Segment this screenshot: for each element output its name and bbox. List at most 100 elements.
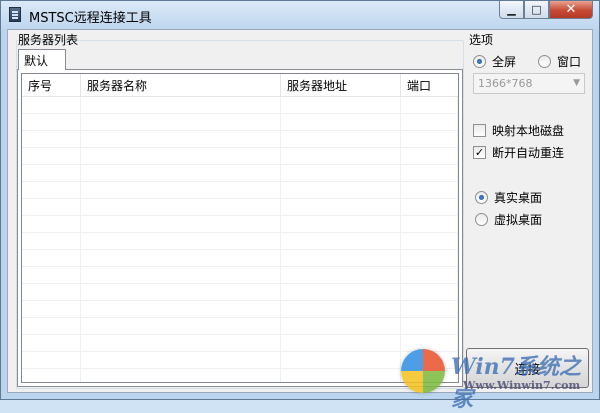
table-cell [81,301,281,317]
real-desktop-option[interactable]: 真实桌面 [475,189,542,206]
minimize-button[interactable]: ▁ [499,1,524,19]
table-row[interactable] [22,148,458,165]
tab-default[interactable]: 默认 [18,49,66,70]
table-cell [81,267,281,283]
table-cell [22,114,81,130]
table-cell [401,335,458,351]
table-cell [22,165,81,181]
table-cell [281,97,401,113]
table-cell [81,335,281,351]
table-cell [81,131,281,147]
table-cell [401,301,458,317]
fullscreen-label: 全屏 [492,55,517,69]
window-controls: ▁ □ ✕ [499,1,593,21]
table-row[interactable] [22,301,458,318]
column-header-server-name[interactable]: 服务器名称 [81,74,281,96]
real-desktop-label: 真实桌面 [494,191,543,205]
table-cell [22,250,81,266]
table-cell [81,114,281,130]
table-cell [281,114,401,130]
table-cell [81,182,281,198]
column-header-port[interactable]: 端口 [401,74,458,96]
table-cell [22,216,81,232]
column-header-index[interactable]: 序号 [22,74,81,96]
table-cell [81,216,281,232]
table-cell [401,318,458,334]
table-cell [281,199,401,215]
table-cell [22,267,81,283]
table-cell [81,148,281,164]
table-cell [81,250,281,266]
table-row[interactable] [22,97,458,114]
table-cell [22,284,81,300]
table-cell [401,165,458,181]
column-header-server-address[interactable]: 服务器地址 [281,74,401,96]
table-body[interactable] [22,97,458,382]
table-row[interactable] [22,233,458,250]
map-local-disk-checkbox[interactable] [473,124,486,137]
real-desktop-radio[interactable] [475,191,488,204]
close-button[interactable]: ✕ [549,1,593,19]
table-cell [281,284,401,300]
maximize-button[interactable]: □ [524,1,549,19]
maximize-icon: □ [531,3,542,16]
table-row[interactable] [22,369,458,382]
checkmark-icon: ✓ [474,146,485,159]
table-cell [401,216,458,232]
table-row[interactable] [22,267,458,284]
table-row[interactable] [22,284,458,301]
server-list-group-label: 服务器列表 [18,33,79,47]
map-local-disk-label: 映射本地磁盘 [492,124,565,138]
table-cell [81,284,281,300]
table-row[interactable] [22,199,458,216]
window-option[interactable]: 窗口 [538,53,581,70]
table-cell [281,267,401,283]
table-cell [22,369,81,382]
table-row[interactable] [22,182,458,199]
table-row[interactable] [22,216,458,233]
table-row[interactable] [22,335,458,352]
table-row[interactable] [22,352,458,369]
auto-reconnect-option[interactable]: ✓ 断开自动重连 [473,144,564,161]
server-table[interactable]: 序号 服务器名称 服务器地址 端口 [21,73,459,383]
table-cell [401,267,458,283]
table-cell [281,335,401,351]
table-cell [401,97,458,113]
table-cell [22,199,81,215]
window-radio[interactable] [538,55,551,68]
table-cell [281,182,401,198]
fullscreen-option[interactable]: 全屏 [473,53,516,70]
virtual-desktop-label: 虚拟桌面 [494,213,543,227]
table-cell [81,199,281,215]
table-cell [281,165,401,181]
resolution-select[interactable]: 1366*768 ▼ [473,73,585,94]
chevron-down-icon: ▼ [573,78,580,88]
table-row[interactable] [22,131,458,148]
table-cell [401,352,458,368]
table-cell [401,148,458,164]
fullscreen-radio[interactable] [473,55,486,68]
table-cell [281,301,401,317]
table-row[interactable] [22,318,458,335]
options-group-label: 选项 [469,33,494,47]
virtual-desktop-radio[interactable] [475,213,488,226]
table-cell [401,233,458,249]
title-bar[interactable]: MSTSC远程连接工具 ▁ □ ✕ [1,1,599,29]
table-row[interactable] [22,250,458,267]
table-cell [22,233,81,249]
table-cell [81,97,281,113]
table-cell [281,233,401,249]
table-cell [22,352,81,368]
table-cell [281,369,401,382]
table-cell [281,148,401,164]
table-cell [401,250,458,266]
table-row[interactable] [22,165,458,182]
table-row[interactable] [22,114,458,131]
table-cell [22,131,81,147]
virtual-desktop-option[interactable]: 虚拟桌面 [475,211,542,228]
auto-reconnect-checkbox[interactable]: ✓ [473,146,486,159]
close-icon: ✕ [565,2,577,17]
map-local-disk-option[interactable]: 映射本地磁盘 [473,122,564,139]
table-cell [22,148,81,164]
connect-button[interactable]: 连接 [466,348,589,388]
